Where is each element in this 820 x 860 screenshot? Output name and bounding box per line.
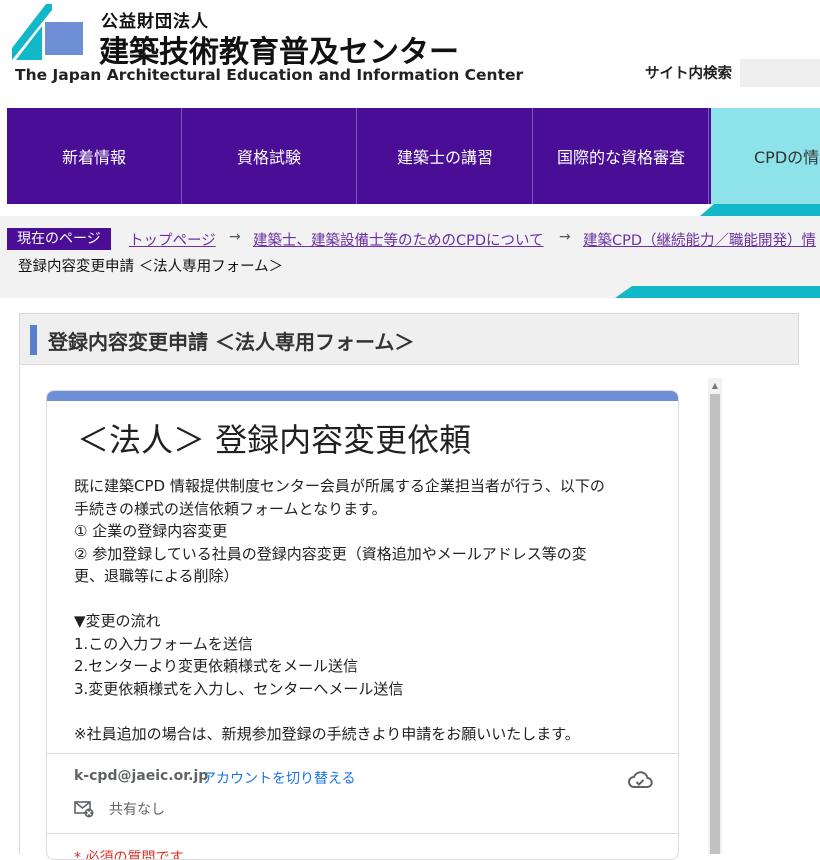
title-accent-bar: [30, 325, 37, 355]
switch-account-link[interactable]: アカウントを切り替える: [202, 768, 356, 788]
page-title: 登録内容変更申請 ＜法人専用フォーム＞: [48, 330, 415, 354]
form-description-line: ② 参加登録している社員の登録内容変更（資格追加やメールアドレス等の変: [74, 544, 587, 563]
site-search-input[interactable]: [740, 59, 820, 87]
breadcrumb-current-label: 現在のページ: [7, 228, 111, 250]
form-description-line: 3.変更依頼様式を入力し、センターへメール送信: [74, 679, 404, 698]
form-description-line: 手続きの様式の送信依頼フォームとなります。: [74, 499, 387, 518]
form-description-line: 1.この入力フォームを送信: [74, 634, 253, 653]
search-label: サイト内検索: [645, 66, 732, 82]
breadcrumb-current-page: 登録内容変更申請 ＜法人専用フォーム＞: [18, 259, 284, 275]
form-description-line: ① 企業の登録内容変更: [74, 522, 228, 540]
divider: [47, 833, 678, 834]
account-email: k-cpd@jaeic.or.jp: [74, 768, 209, 784]
nav-item-exams[interactable]: 資格試験: [182, 108, 357, 204]
nav-item-news[interactable]: 新着情報: [7, 108, 182, 204]
nav-item-architect-courses[interactable]: 建築士の講習: [358, 108, 533, 204]
form-description-line: ▼変更の流れ: [74, 612, 161, 630]
scroll-up-icon[interactable]: ▲: [708, 378, 722, 392]
divider: [47, 753, 678, 754]
form-description-line: 2.センターより変更依頼様式をメール送信: [74, 657, 359, 675]
breadcrumb: 現在のページ トップページ → 建築士、建築設備士等のためのCPDについて → …: [0, 216, 820, 286]
form-header-card: ＜法人＞ 登録内容変更依頼 既に建築CPD 情報提供制度センター会員が所属する企…: [46, 390, 679, 860]
form-description-line: [74, 588, 654, 611]
form-title: ＜法人＞ 登録内容変更依頼: [77, 421, 472, 459]
scrollbar-thumb[interactable]: [710, 394, 720, 854]
form-description-line: 既に建築CPD 情報提供制度センター会員が所属する企業担当者が行う、以下の: [74, 477, 605, 495]
form-description: 既に建築CPD 情報提供制度センター会員が所属する企業担当者が行う、以下の 手続…: [74, 475, 654, 745]
nav-item-international-review[interactable]: 国際的な資格審査: [534, 108, 709, 204]
teal-decoration: [615, 286, 820, 298]
nav-item-cpd[interactable]: CPDの情: [711, 108, 820, 204]
form-description-line: ※社員追加の場合は、新規参加登録の手続きより申請をお願いいたします。: [74, 724, 580, 743]
page-title-box: 登録内容変更申請 ＜法人専用フォーム＞: [19, 313, 799, 365]
org-name[interactable]: 建築技術教育普及センター: [99, 27, 459, 71]
form-description-line: [74, 700, 654, 723]
breadcrumb-link-cpd-about[interactable]: 建築士、建築設備士等のためのCPDについて: [253, 229, 544, 250]
org-name-english: The Japan Architectural Education and In…: [15, 66, 524, 84]
mail-not-shared-icon: [74, 801, 94, 818]
arrow-right-icon: →: [559, 229, 571, 245]
not-shared-label: 共有なし: [109, 802, 165, 818]
arrow-right-icon: →: [229, 229, 241, 245]
form-card-accent: [47, 391, 678, 401]
global-nav: 新着情報 資格試験 建築士の講習 国際的な資格審査 CPDの情: [7, 108, 820, 204]
breadcrumb-link-top[interactable]: トップページ: [129, 229, 216, 250]
jaeic-logo[interactable]: [12, 4, 88, 60]
cloud-check-icon[interactable]: [627, 769, 653, 791]
breadcrumb-link-cpd-info[interactable]: 建築CPD（継続能力／職能開発）情: [583, 229, 816, 250]
form-description-line: 更、退職等による削除）: [74, 567, 239, 585]
site-header: 公益財団法人 建築技術教育普及センター The Japan Architectu…: [0, 0, 820, 108]
